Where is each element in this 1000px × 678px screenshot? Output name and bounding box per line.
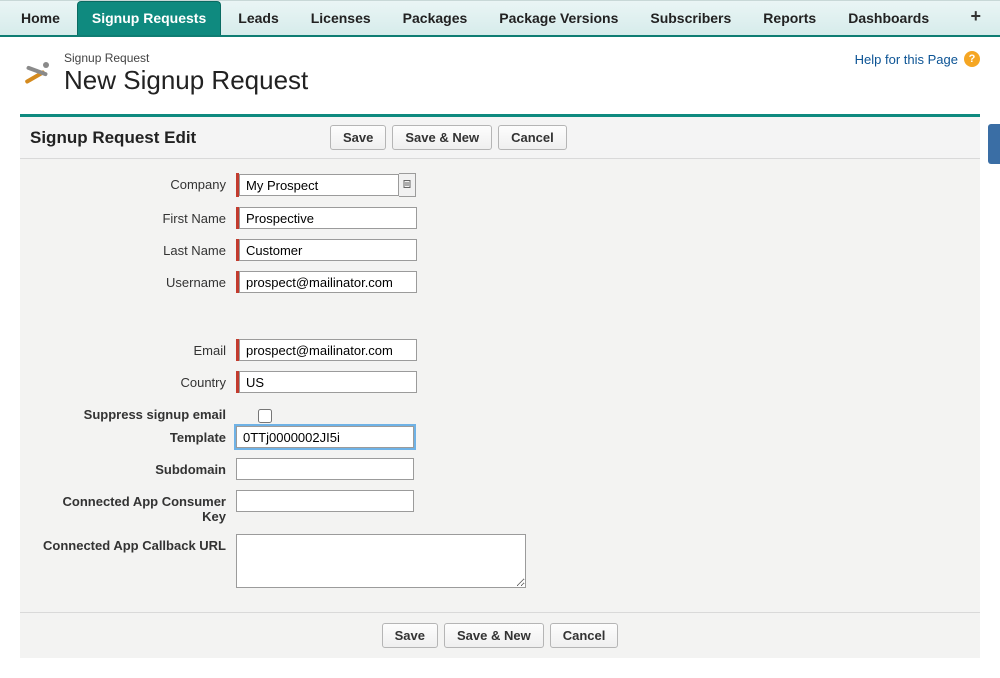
label-consumer-key: Connected App Consumer Key <box>36 490 236 524</box>
label-last-name: Last Name <box>36 239 236 258</box>
save-and-new-button[interactable]: Save & New <box>392 125 492 150</box>
wrench-screwdriver-icon <box>20 57 54 91</box>
last-name-field[interactable] <box>239 239 417 261</box>
tab-leads[interactable]: Leads <box>223 1 293 35</box>
scrollbar-thumb[interactable] <box>988 124 1000 164</box>
label-company: Company <box>36 173 236 192</box>
lookup-icon[interactable] <box>399 173 416 197</box>
cancel-button[interactable]: Cancel <box>498 125 567 150</box>
tab-licenses[interactable]: Licenses <box>296 1 386 35</box>
section-title: Signup Request Edit <box>30 128 330 148</box>
country-field[interactable] <box>239 371 417 393</box>
cancel-button-bottom[interactable]: Cancel <box>550 623 619 648</box>
first-name-field[interactable] <box>239 207 417 229</box>
company-field[interactable] <box>239 174 399 196</box>
label-suppress-signup-email: Suppress signup email <box>36 403 236 422</box>
tab-package-versions[interactable]: Package Versions <box>484 1 633 35</box>
nav-tabs: Home Signup Requests Leads Licenses Pack… <box>0 0 1000 37</box>
save-and-new-button-bottom[interactable]: Save & New <box>444 623 544 648</box>
label-subdomain: Subdomain <box>36 458 236 477</box>
help-for-this-page-link[interactable]: Help for this Page ? <box>855 51 980 67</box>
tab-subscribers[interactable]: Subscribers <box>635 1 746 35</box>
tab-home[interactable]: Home <box>6 1 75 35</box>
object-label: Signup Request <box>64 51 308 65</box>
tab-packages[interactable]: Packages <box>388 1 483 35</box>
label-template: Template <box>36 426 236 445</box>
connected-app-callback-url-field[interactable] <box>236 534 526 588</box>
label-callback-url: Connected App Callback URL <box>36 534 236 553</box>
tab-dashboards[interactable]: Dashboards <box>833 1 944 35</box>
suppress-signup-email-checkbox[interactable] <box>258 409 272 423</box>
tab-signup-requests[interactable]: Signup Requests <box>77 1 221 35</box>
email-field[interactable] <box>239 339 417 361</box>
label-country: Country <box>36 371 236 390</box>
help-icon: ? <box>964 51 980 67</box>
connected-app-consumer-key-field[interactable] <box>236 490 414 512</box>
subdomain-field[interactable] <box>236 458 414 480</box>
save-button-bottom[interactable]: Save <box>382 623 438 648</box>
template-field[interactable] <box>236 426 414 448</box>
label-username: Username <box>36 271 236 290</box>
label-first-name: First Name <box>36 207 236 226</box>
tab-add[interactable]: + <box>959 1 992 35</box>
save-button[interactable]: Save <box>330 125 386 150</box>
tab-reports[interactable]: Reports <box>748 1 831 35</box>
help-link-text: Help for this Page <box>855 52 958 67</box>
label-email: Email <box>36 339 236 358</box>
username-field[interactable] <box>239 271 417 293</box>
page-title: New Signup Request <box>64 65 308 96</box>
